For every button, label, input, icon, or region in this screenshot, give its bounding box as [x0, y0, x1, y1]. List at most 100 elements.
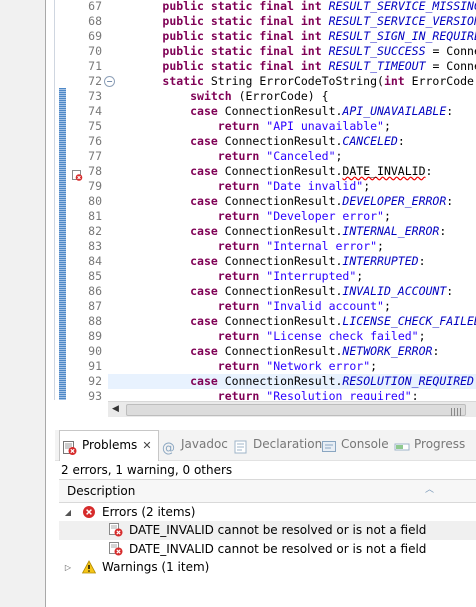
problem-row[interactable]: DATE_INVALID cannot be resolved or is no…: [59, 521, 476, 540]
line-number: 77: [88, 149, 102, 163]
line-number: 93: [88, 389, 102, 400]
code-line[interactable]: public static final int RESULT_SUCCESS =…: [107, 44, 476, 59]
line-number: 88: [88, 314, 102, 328]
tab-label: Console: [341, 437, 389, 451]
code-line[interactable]: return "Internal error";: [107, 239, 384, 254]
code-line[interactable]: return "Network error";: [107, 359, 377, 374]
code-line[interactable]: case ConnectionResult.NETWORK_ERROR:: [107, 344, 439, 359]
line-number: 79: [88, 179, 102, 193]
tab-declaration[interactable]: Declaration: [233, 430, 322, 459]
view-tab-bar: Problems ✕ @ Javadoc Declaration Console Progr…: [55, 430, 476, 461]
line-number: 71: [88, 59, 102, 73]
code-line[interactable]: case ConnectionResult.RESOLUTION_REQUIRE…: [107, 374, 476, 389]
line-number: 80: [88, 194, 102, 208]
problems-view: Problems ✕ @ Javadoc Declaration Console Progr…: [55, 430, 476, 607]
line-number: 82: [88, 224, 102, 238]
code-line[interactable]: case ConnectionResult.INVALID_ACCOUNT:: [107, 284, 453, 299]
code-line[interactable]: case ConnectionResult.API_UNAVAILABLE:: [107, 104, 453, 119]
code-line[interactable]: case ConnectionResult.CANCELED:: [107, 134, 405, 149]
code-line[interactable]: case ConnectionResult.DATE_INVALID:: [107, 164, 432, 179]
code-line[interactable]: return "Date invalid";: [107, 179, 370, 194]
expanded-twistie-icon[interactable]: ◢: [63, 503, 73, 522]
column-header-description[interactable]: Description ︿: [59, 479, 476, 503]
tab-progress[interactable]: Progress: [394, 430, 465, 459]
code-line[interactable]: return "Developer error";: [107, 209, 391, 224]
tab-label: Declaration: [253, 437, 323, 451]
error-marker-icon: [109, 523, 123, 537]
code-line[interactable]: return "Resolution required";: [107, 389, 419, 400]
code-line[interactable]: case ConnectionResult.DEVELOPER_ERROR:: [107, 194, 453, 209]
line-number: 75: [88, 119, 102, 133]
error-marker-icon: [109, 542, 123, 556]
progress-icon: [394, 437, 410, 453]
tab-label: Problems: [82, 438, 138, 452]
line-number: 86: [88, 284, 102, 298]
tab-console[interactable]: Console: [321, 430, 389, 459]
error-marker-icon[interactable]: [72, 166, 83, 181]
code-line[interactable]: static String ErrorCodeToString(int Erro…: [107, 74, 476, 89]
left-panel-strip: [0, 0, 45, 607]
error-group-icon: [82, 505, 96, 519]
editor-left-border: [54, 0, 55, 400]
line-number: 87: [88, 299, 102, 313]
scroll-left-arrow-icon[interactable]: ◀: [108, 402, 123, 417]
svg-text:@: @: [162, 441, 175, 455]
line-number: 74: [88, 104, 102, 118]
declaration-icon: [233, 437, 249, 453]
problems-icon: [62, 438, 78, 455]
console-icon: [321, 437, 337, 453]
code-line[interactable]: case ConnectionResult.INTERRUPTED:: [107, 254, 425, 269]
code-editor[interactable]: 67 68 69 70 71 72−73 74 75 76 77 78 79 80 81 82 83 84 85 8…: [55, 0, 476, 400]
row-label: Errors (2 items): [102, 505, 196, 519]
line-number: 92: [88, 374, 102, 388]
tab-javadoc[interactable]: @ Javadoc: [161, 430, 228, 459]
tree-group-row[interactable]: ▷ Warnings (1 item): [59, 558, 476, 577]
line-number: 67: [88, 0, 102, 13]
code-area[interactable]: public static final int RESULT_SERVICE_M…: [107, 0, 476, 400]
line-number-gutter: 67 68 69 70 71 72−73 74 75 76 77 78 79 80 81 82 83 84 85 8…: [66, 0, 115, 400]
line-number: 76: [88, 134, 102, 148]
code-line[interactable]: return "API unavailable";: [107, 119, 391, 134]
code-line[interactable]: return "Invalid account";: [107, 299, 391, 314]
problems-summary: 2 errors, 1 warning, 0 others: [61, 463, 233, 477]
code-line[interactable]: return "Canceled";: [107, 149, 343, 164]
tab-problems[interactable]: Problems ✕: [59, 430, 159, 461]
line-number: 91: [88, 359, 102, 373]
line-number: 72: [88, 74, 102, 88]
code-line[interactable]: public static final int RESULT_SERVICE_V…: [107, 14, 476, 29]
line-number: 84: [88, 254, 102, 268]
code-line[interactable]: case ConnectionResult.INTERNAL_ERROR:: [107, 224, 446, 239]
sort-indicator-icon: ︿: [425, 485, 435, 495]
scrollbar-thumb[interactable]: [126, 404, 466, 416]
code-line[interactable]: case ConnectionResult.LICENSE_CHECK_FAIL…: [107, 314, 476, 329]
line-number: 90: [88, 344, 102, 358]
horizontal-scrollbar[interactable]: ◀: [108, 401, 476, 417]
javadoc-icon: @: [161, 437, 177, 456]
tree-group-row[interactable]: ◢ Errors (2 items): [59, 503, 476, 522]
problem-row[interactable]: DATE_INVALID cannot be resolved or is no…: [59, 540, 476, 559]
scrollbar-grip-icon: [451, 408, 461, 416]
line-number: 83: [88, 239, 102, 253]
close-icon[interactable]: ✕: [142, 439, 151, 452]
line-number: 89: [88, 329, 102, 343]
line-number: 70: [88, 44, 102, 58]
line-number: 85: [88, 269, 102, 283]
collapsed-twistie-icon[interactable]: ▷: [63, 558, 73, 577]
warning-icon: [81, 560, 97, 574]
row-label: Warnings (1 item): [102, 560, 210, 574]
line-number: 68: [88, 14, 102, 28]
code-line[interactable]: public static final int RESULT_SIGN_IN_R…: [107, 29, 476, 44]
row-label: DATE_INVALID cannot be resolved or is no…: [129, 542, 427, 556]
left-panel-border: [45, 0, 46, 607]
code-line[interactable]: switch (ErrorCode) {: [107, 89, 328, 104]
line-number: 81: [88, 209, 102, 223]
code-line[interactable]: public static final int RESULT_TIMEOUT =…: [107, 59, 476, 74]
code-line[interactable]: return "License check failed";: [107, 329, 426, 344]
line-number: 73: [88, 89, 102, 103]
code-line[interactable]: public static final int RESULT_SERVICE_M…: [107, 0, 476, 14]
code-line[interactable]: return "Interrupted";: [107, 269, 363, 284]
tab-label: Javadoc: [181, 437, 228, 451]
tab-label: Progress: [414, 437, 466, 451]
column-header-label: Description: [67, 484, 136, 498]
row-label: DATE_INVALID cannot be resolved or is no…: [129, 523, 427, 537]
